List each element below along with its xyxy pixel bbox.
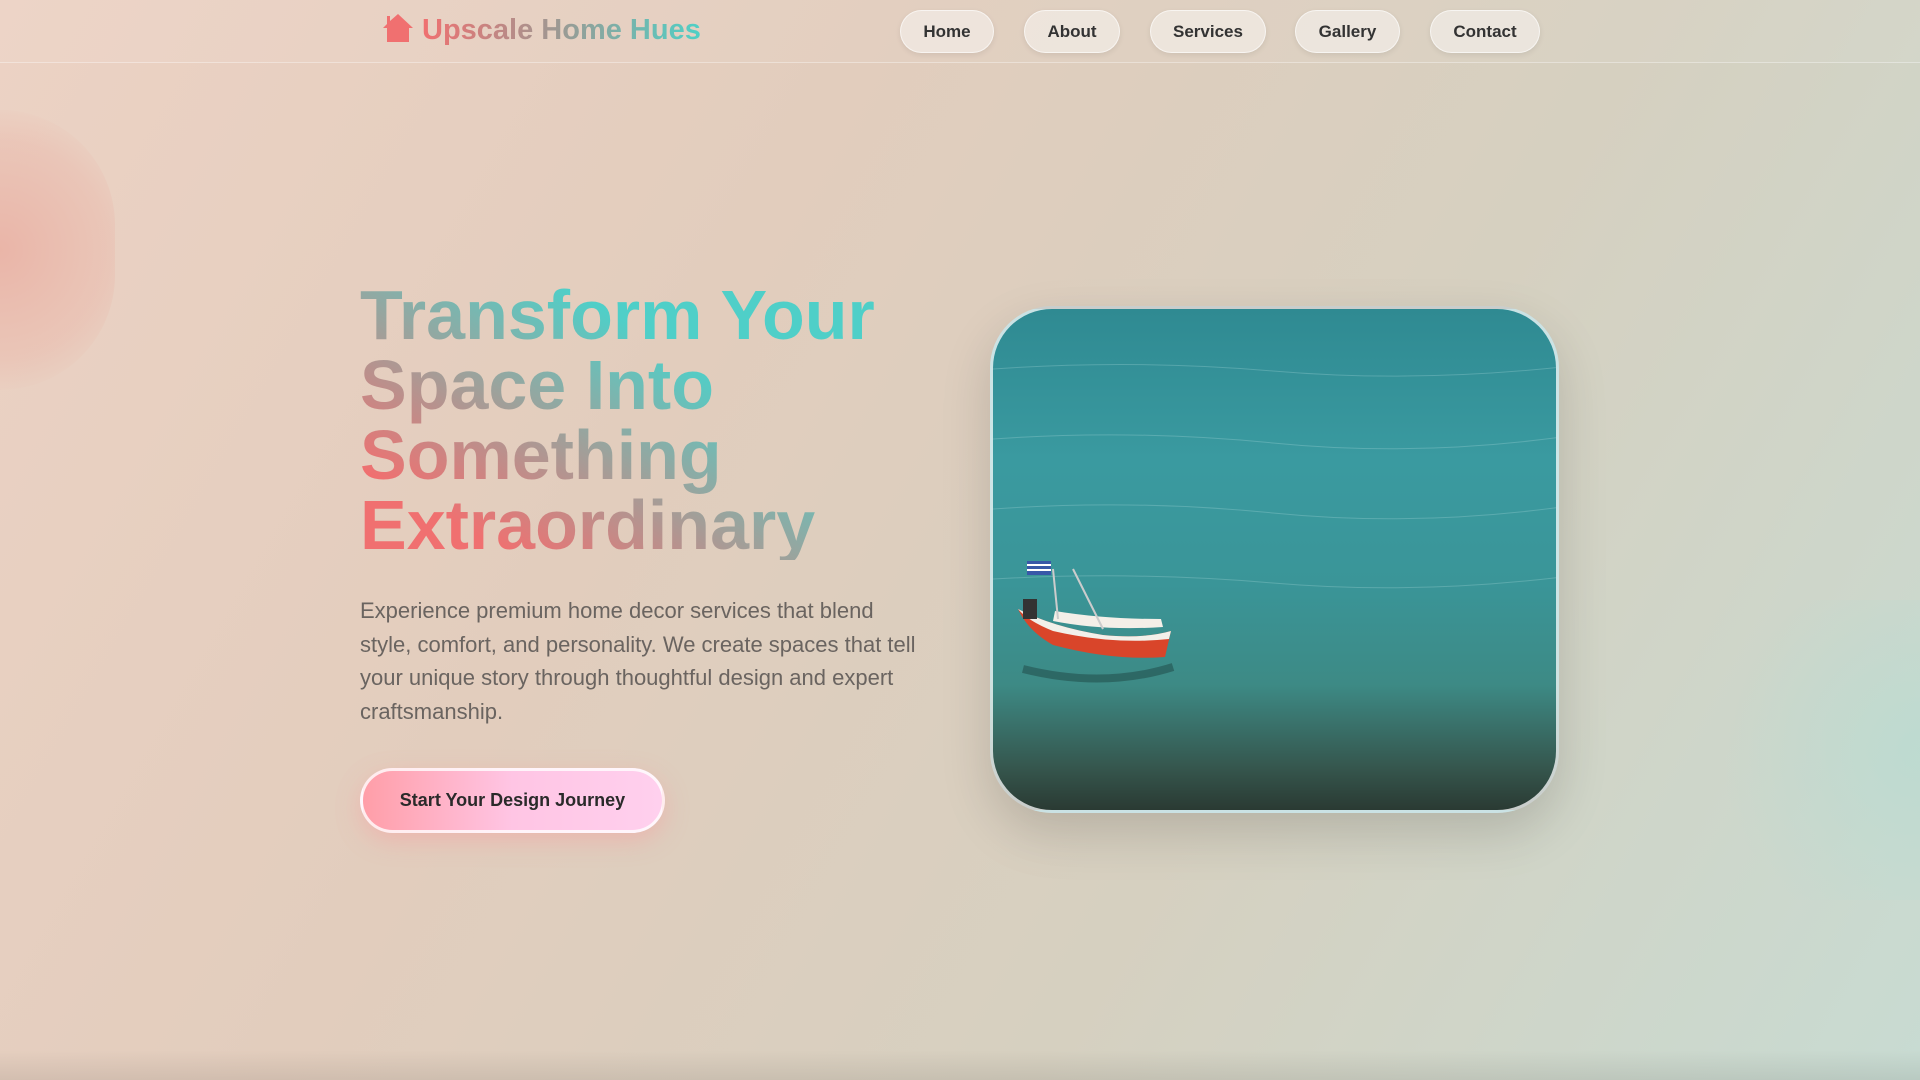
top-navigation: Upscale Home Hues Home About Services Ga… <box>0 0 1920 63</box>
decorative-blob <box>0 110 115 390</box>
house-icon <box>382 12 414 49</box>
bottom-shade <box>0 1050 1920 1080</box>
nav-services[interactable]: Services <box>1150 10 1266 53</box>
nav-home[interactable]: Home <box>900 10 994 53</box>
start-design-journey-button[interactable]: Start Your Design Journey <box>360 768 665 833</box>
hero-description: Experience premium home decor services t… <box>360 598 916 724</box>
boat-illustration <box>993 363 1556 683</box>
nav-about[interactable]: About <box>1024 10 1120 53</box>
brand-name: Upscale Home Hues <box>422 14 701 46</box>
nav-gallery[interactable]: Gallery <box>1295 10 1400 53</box>
nav-contact[interactable]: Contact <box>1430 10 1540 53</box>
hero-title: Transform Your Space Into Something Extr… <box>360 280 920 560</box>
brand-logo[interactable]: Upscale Home Hues <box>382 12 701 49</box>
decorative-blob <box>1680 600 1920 900</box>
hero-image-boat-on-sea <box>990 306 1559 813</box>
